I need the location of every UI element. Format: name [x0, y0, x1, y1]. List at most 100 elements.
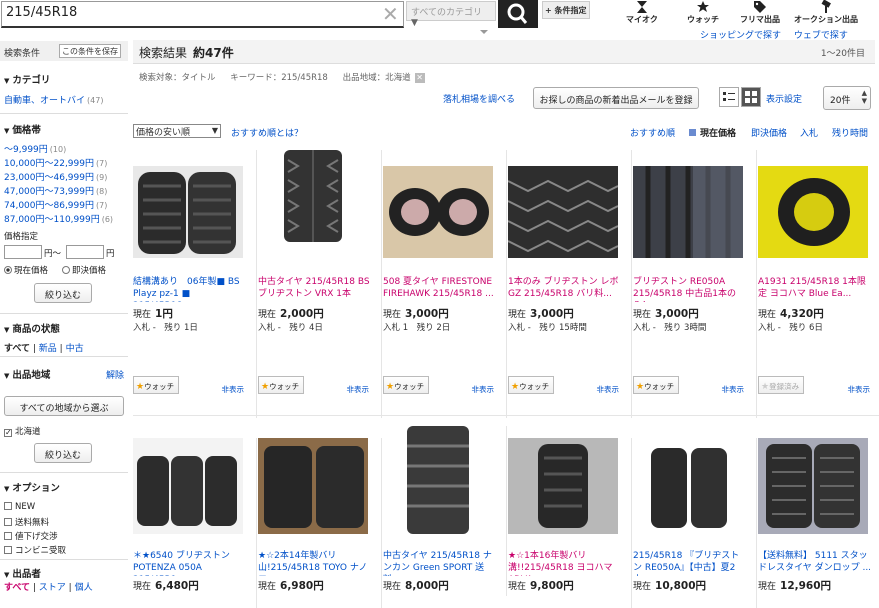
item-title[interactable]: 中古タイヤ 215/45R18 BS ブリヂストン VRX 1本 [258, 276, 372, 302]
seller-all[interactable]: すべて [4, 583, 30, 593]
sort-bids[interactable]: 入札 [800, 126, 818, 139]
item-card[interactable]: 結構溝あり 06年製■ BS Playz pz-1 ■ 215/45R18...… [133, 150, 257, 418]
item-card[interactable]: 【送料無料】 5111 スタッドレスタイヤ ダンロップ ... 現在 12,960… [758, 438, 879, 608]
item-card[interactable]: 中古タイヤ 215/45R18 BS ブリヂストン VRX 1本 現在 2,000… [258, 150, 382, 418]
nav-myauction[interactable]: マイオク [626, 0, 658, 25]
item-image[interactable] [508, 438, 618, 534]
market-price-link[interactable]: 落札相場を調べる [443, 92, 515, 105]
price-range-link[interactable]: 47,000円～73,999円 (8) [4, 184, 107, 197]
item-card[interactable]: 1本のみ ブリヂストン レボGZ 215/45R18 バリ料... 現在 3,00… [508, 150, 632, 418]
clear-icon[interactable]: ✕ [382, 2, 399, 26]
item-card[interactable]: ブリヂストン RE050A 215/45R18 中古品1本のみ！... 現在3,… [633, 150, 757, 418]
hide-link[interactable]: 非表示 [222, 384, 245, 395]
per-page-select[interactable]: 20件 ▲ ▼ [823, 86, 871, 110]
item-image[interactable] [133, 438, 243, 534]
price-range-link[interactable]: 74,000円～86,999円 (7) [4, 198, 107, 211]
item-card[interactable]: A1931 215/45R18 1本限定 ヨコハマ Blue Ea... 現在 4… [758, 150, 879, 418]
sort-time-left[interactable]: 残り時間 [832, 126, 868, 139]
sort-recommend[interactable]: おすすめ順 [630, 126, 675, 139]
buyout-price-radio[interactable]: 即決価格 [62, 264, 106, 276]
item-title[interactable]: ★☆1本16年製バリ溝!!215/45R18 ヨコハマ ADVA... [508, 550, 622, 576]
option-free-shipping[interactable]: 送料無料 [4, 516, 49, 528]
category-select-label: すべてのカテゴリ [411, 8, 483, 18]
item-card[interactable]: ★☆2本14年製バリ山!215/45R18 TOYO ナノエ... 現在6,98… [258, 438, 382, 608]
condition-all[interactable]: すべて [4, 344, 30, 354]
hide-link[interactable]: 非表示 [848, 384, 871, 395]
item-image[interactable] [633, 166, 743, 258]
watch-button[interactable]: ★ウォッチ [133, 376, 179, 394]
item-image[interactable] [258, 150, 368, 242]
nav-watch[interactable]: ウォッチ [687, 0, 719, 25]
item-title[interactable]: 508 夏タイヤ FIRESTONE FIREHAWK 215/45R18 ..… [383, 276, 497, 302]
price-range-link[interactable]: 10,000円～22,999円 (7) [4, 156, 107, 169]
item-title[interactable]: A1931 215/45R18 1本限定 ヨコハマ Blue Ea... [758, 276, 872, 302]
watch-registered-button[interactable]: ★登録済み [758, 376, 804, 394]
nav-flea-listing[interactable]: フリマ出品 [740, 0, 780, 25]
sort-buyout-price[interactable]: 即決価格 [751, 126, 787, 139]
region-checkbox[interactable]: ✓ 北海道 [4, 425, 41, 437]
hide-link[interactable]: 非表示 [597, 384, 620, 395]
list-view-icon[interactable] [719, 87, 739, 107]
item-image[interactable] [758, 438, 868, 534]
nav-auction-listing[interactable]: オークション出品 [794, 0, 858, 25]
current-price-radio[interactable]: 現在価格 [4, 264, 48, 276]
remove-filter-icon[interactable]: ✕ [414, 73, 425, 83]
item-image[interactable] [133, 166, 243, 258]
sort-select[interactable]: 価格の安い順 ▼ [133, 124, 221, 138]
category-link[interactable]: 自動車、オートバイ (47) [4, 93, 103, 106]
price-range-link[interactable]: 87,000円～110,999円 (6) [4, 212, 113, 225]
conditions-button[interactable]: + 条件指定 [542, 1, 590, 19]
item-image[interactable] [383, 166, 493, 258]
watch-button[interactable]: ★ウォッチ [508, 376, 554, 394]
item-card[interactable]: ★☆1本16年製バリ溝!!215/45R18 ヨコハマ ADVA... 現在9,… [508, 438, 632, 608]
item-title[interactable]: 中古タイヤ 215/45R18 ナンカン Green SPORT 送料... [383, 550, 497, 576]
recommend-explain-link[interactable]: おすすめ順とは？ [231, 126, 303, 139]
item-image[interactable] [508, 166, 618, 258]
search-button[interactable] [498, 0, 538, 28]
search-box[interactable]: 215/45R18 ✕ [1, 1, 404, 28]
item-title[interactable]: 結構溝あり 06年製■ BS Playz pz-1 ■ 215/45R18... [133, 276, 247, 302]
item-card[interactable]: 中古タイヤ 215/45R18 ナンカン Green SPORT 送料... 現… [383, 426, 507, 596]
region-narrow-button[interactable]: 絞り込む [34, 443, 92, 463]
price-range-link[interactable]: 23,000円～46,999円 (9) [4, 170, 107, 183]
sort-current-price[interactable]: 現在価格 [689, 126, 736, 139]
item-title[interactable]: ＊★6540 ブリヂストン POTENZA 050A 215/45R1... [133, 550, 247, 576]
search-input[interactable]: 215/45R18 [6, 5, 77, 20]
seller-individual[interactable]: 個人 [75, 583, 93, 593]
item-title[interactable]: ★☆2本14年製バリ山!215/45R18 TOYO ナノエ... [258, 550, 372, 576]
item-title[interactable]: 215/45R18 『ブリヂストン RE050A』【中古】夏2本... [633, 550, 747, 576]
price-min-input[interactable] [4, 245, 42, 259]
price-max-input[interactable] [66, 245, 104, 259]
watch-button[interactable]: ★ウォッチ [633, 376, 679, 394]
price-narrow-button[interactable]: 絞り込む [34, 283, 92, 303]
item-title[interactable]: 1本のみ ブリヂストン レボGZ 215/45R18 バリ料... [508, 276, 622, 302]
item-card[interactable]: ＊★6540 ブリヂストン POTENZA 050A 215/45R1... 現… [133, 438, 257, 608]
item-title[interactable]: 【送料無料】 5111 スタッドレスタイヤ ダンロップ ... [758, 550, 872, 576]
watch-button[interactable]: ★ウォッチ [383, 376, 429, 394]
save-condition-button[interactable]: この条件を保存 [59, 44, 121, 58]
option-price-negotiation[interactable]: 値下げ交渉 [4, 530, 58, 542]
grid-view-icon[interactable] [741, 87, 761, 107]
price-range-link[interactable]: ～9,999円 (10) [4, 142, 66, 155]
item-image[interactable] [383, 426, 493, 534]
item-image[interactable] [258, 438, 368, 534]
item-title[interactable]: ブリヂストン RE050A 215/45R18 中古品1本のみ！... [633, 276, 747, 302]
watch-button[interactable]: ★ウォッチ [258, 376, 304, 394]
all-regions-button[interactable]: すべての地域から選ぶ [4, 396, 124, 416]
condition-used[interactable]: 中古 [66, 344, 84, 354]
new-listing-mail-button[interactable]: お探しの商品の新着出品メールを登録 [533, 87, 699, 109]
item-image[interactable] [633, 438, 743, 534]
item-card[interactable]: 508 夏タイヤ FIRESTONE FIREHAWK 215/45R18 ..… [383, 150, 507, 418]
item-card[interactable]: 215/45R18 『ブリヂストン RE050A』【中古】夏2本... 現在10… [633, 438, 757, 608]
hide-link[interactable]: 非表示 [347, 384, 370, 395]
item-image[interactable] [758, 166, 868, 258]
option-new[interactable]: NEW [4, 502, 35, 512]
region-clear-link[interactable]: 解除 [106, 368, 124, 381]
hide-link[interactable]: 非表示 [472, 384, 495, 395]
seller-store[interactable]: ストア [39, 583, 66, 593]
display-settings-link[interactable]: 表示設定 [766, 92, 802, 105]
option-convenience-pickup[interactable]: コンビニ受取 [4, 544, 66, 556]
condition-new[interactable]: 新品 [39, 344, 57, 354]
category-select[interactable]: すべてのカテゴリ ▼ [406, 1, 496, 28]
hide-link[interactable]: 非表示 [722, 384, 745, 395]
